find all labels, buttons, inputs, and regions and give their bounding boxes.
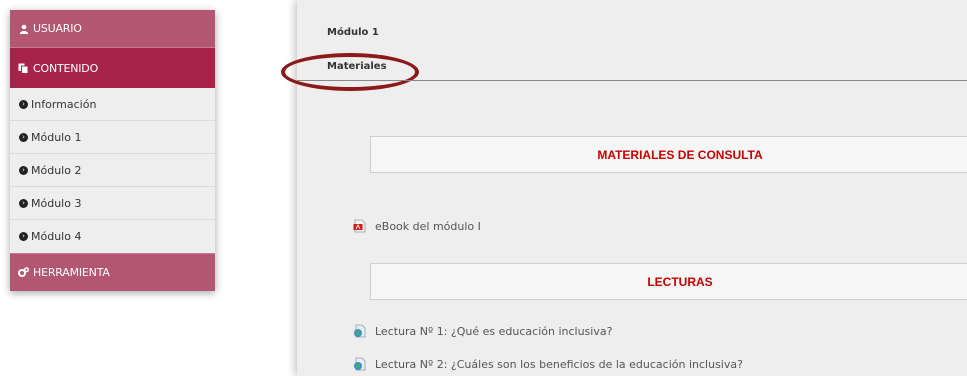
- breadcrumb[interactable]: Módulo 1: [327, 27, 379, 38]
- resource-reading-1[interactable]: Lectura Nº 1: ¿Qué es educación inclusiv…: [353, 324, 612, 338]
- resource-ebook[interactable]: eBook del módulo I: [353, 219, 481, 233]
- chevron-circle-right-icon: ›: [19, 99, 28, 109]
- user-icon: [18, 23, 29, 34]
- sidebar-item-label: Información: [31, 97, 97, 111]
- sidebar-item-modulo-3[interactable]: › Módulo 3: [10, 187, 215, 220]
- chevron-circle-right-icon: ›: [19, 198, 28, 208]
- sidebar-item-label: Módulo 4: [31, 230, 82, 243]
- sidebar-content-label: CONTENIDO: [33, 61, 99, 75]
- sidebar-item-informacion[interactable]: › Información: [10, 88, 215, 121]
- cogs-icon: [18, 267, 29, 278]
- document-globe-icon: [353, 357, 367, 371]
- chevron-circle-right-icon: ›: [19, 232, 28, 241]
- sidebar-item-label: Módulo 3: [31, 196, 82, 210]
- chevron-circle-right-icon: ›: [19, 132, 28, 142]
- resource-reading-2[interactable]: Lectura Nº 2: ¿Cuáles son los beneficios…: [353, 357, 743, 371]
- sidebar-user-label: USUARIO: [33, 22, 82, 35]
- tab-divider: [297, 80, 967, 81]
- section-header-consulta: MATERIALES DE CONSULTA: [370, 136, 967, 173]
- sidebar-user-header[interactable]: USUARIO: [10, 10, 215, 48]
- sidebar-content-header[interactable]: CONTENIDO: [10, 48, 215, 88]
- sidebar-tools-label: HERRAMIENTA: [33, 266, 110, 279]
- pdf-file-icon: [353, 219, 367, 233]
- sidebar-tools-header[interactable]: HERRAMIENTA: [10, 253, 215, 291]
- resource-label: Lectura Nº 1: ¿Qué es educación inclusiv…: [375, 324, 613, 338]
- chevron-circle-right-icon: ›: [19, 165, 28, 175]
- sidebar: USUARIO CONTENIDO › Información › Módulo…: [10, 10, 215, 291]
- main-panel: Módulo 1 Materiales MATERIALES DE CONSUL…: [281, 0, 967, 376]
- sidebar-item-modulo-4[interactable]: › Módulo 4: [10, 220, 215, 253]
- section-header-lecturas: LECTURAS: [370, 263, 967, 300]
- resource-label: Lectura Nº 2: ¿Cuáles son los beneficios…: [375, 357, 743, 371]
- tab-materiales[interactable]: Materiales: [327, 61, 387, 72]
- sidebar-item-modulo-1[interactable]: › Módulo 1: [10, 121, 215, 154]
- copy-icon: [18, 63, 29, 74]
- document-globe-icon: [353, 324, 367, 338]
- sidebar-item-modulo-2[interactable]: › Módulo 2: [10, 154, 215, 187]
- resource-label: eBook del módulo I: [375, 219, 481, 233]
- sidebar-item-label: Módulo 2: [31, 163, 82, 177]
- sidebar-item-label: Módulo 1: [31, 130, 82, 144]
- highlight-oval: [281, 53, 419, 91]
